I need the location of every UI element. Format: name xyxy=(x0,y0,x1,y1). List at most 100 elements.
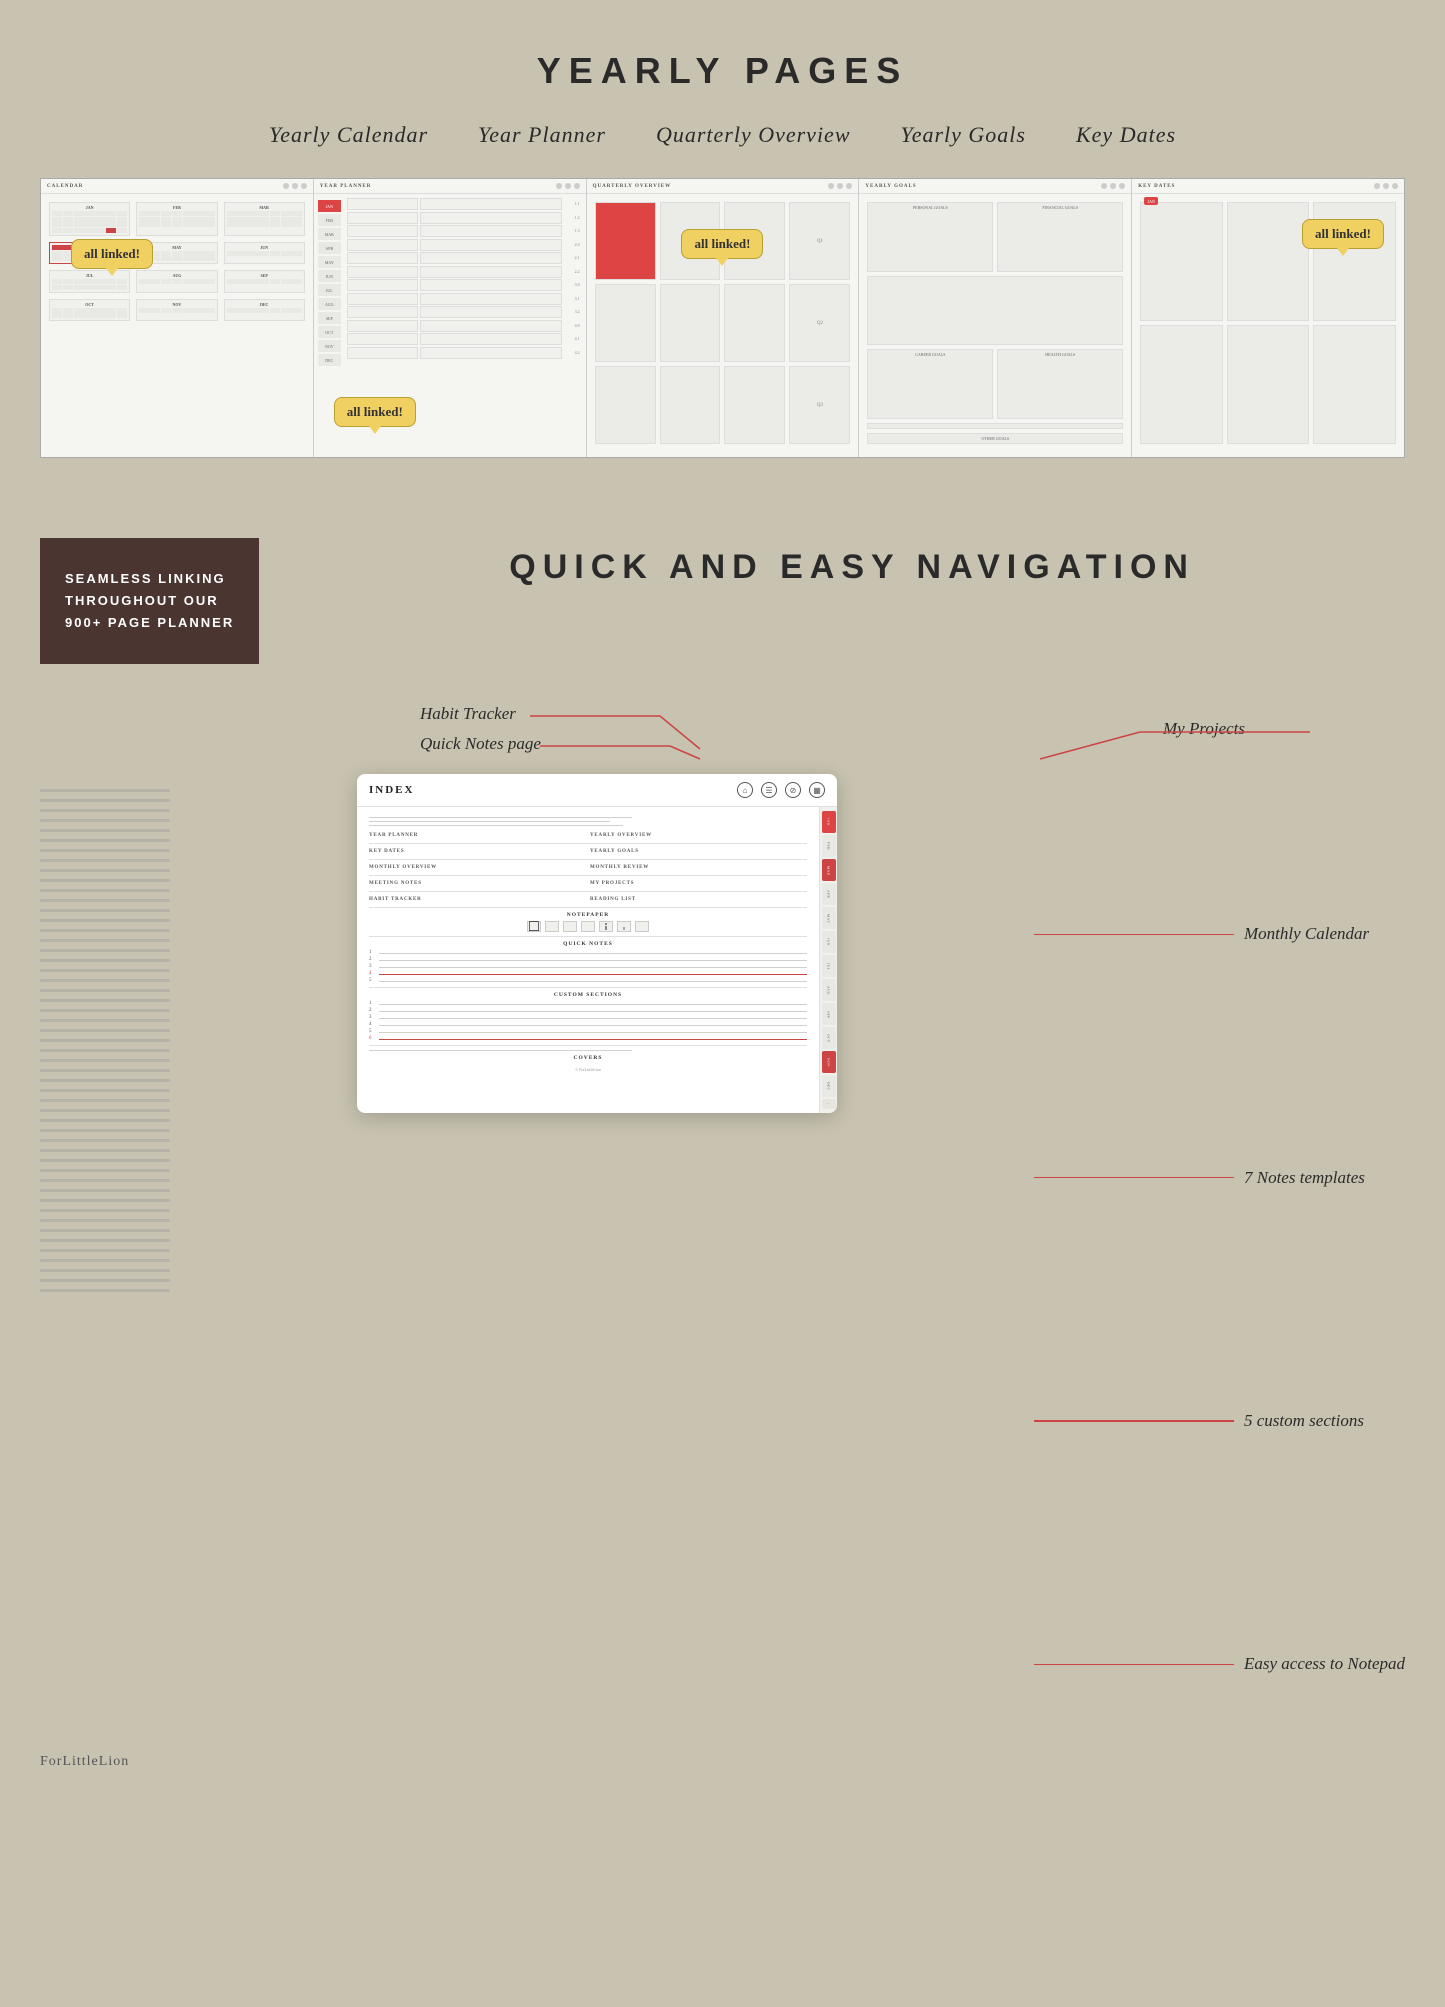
panel-header-title-planner: YEAR PLANNER xyxy=(320,184,372,189)
panel-icon xyxy=(1392,183,1398,189)
notepaper-icon-6[interactable] xyxy=(617,921,631,932)
device-title: INDEX xyxy=(369,784,414,796)
sidebar-tab-apr[interactable]: APR xyxy=(822,883,836,905)
nav-item-meeting-notes: MEETING NOTES xyxy=(369,880,586,887)
subtitle-year-planner: Year Planner xyxy=(478,122,606,148)
notepaper-icon-3[interactable] xyxy=(563,921,577,932)
panel-quarterly-overview: QUARTERLY OVERVIEW Q1 Q2 Q3 xyxy=(587,179,860,457)
monthly-calendar-annotation: Monthly Calendar xyxy=(1034,924,1405,944)
index-nav-grid-4: MEETING NOTES MY PROJECTS xyxy=(369,880,807,887)
nav-item-yearly-goals: YEARLY GOALS xyxy=(590,848,807,855)
tooltip-all-linked-keydates: all linked! xyxy=(1302,219,1384,249)
nav-item-my-projects: MY PROJECTS xyxy=(590,880,807,887)
index-main-row: INDEX ⌂ ☰ ⊘ ▦ xyxy=(40,774,1405,1674)
sidebar-tab-nov[interactable]: NOV xyxy=(822,1051,836,1073)
nav-item-key-dates: KEY DATES xyxy=(369,848,586,855)
index-nav-grid-2: KEY DATES YEARLY GOALS xyxy=(369,848,807,855)
yearly-pages-title: YEARLY PAGES xyxy=(40,50,1405,92)
panel-icon xyxy=(1110,183,1116,189)
sidebar-tab-feb[interactable]: FEB xyxy=(822,835,836,857)
panel-header-title-goals: YEARLY GOALS xyxy=(865,184,916,189)
panel-icon xyxy=(828,183,834,189)
nav-item-habit-tracker: HABIT TRACKER xyxy=(369,896,586,903)
subtitle-yearly-goals: Yearly Goals xyxy=(901,122,1026,148)
monthly-calendar-label: Monthly Calendar xyxy=(1244,924,1369,944)
notes-templates-annotation: 7 Notes templates xyxy=(1034,1168,1405,1188)
yearly-pages-section: YEARLY PAGES Yearly Calendar Year Planne… xyxy=(0,0,1445,488)
device-body: YEAR PLANNER YEARLY OVERVIEW KEY DATES Y… xyxy=(357,807,837,1113)
device-sidebar: JAN FEB MAR APR MAY JUN JUL AUG SEP OCT … xyxy=(819,807,837,1113)
habit-tracker-label: Habit Tracker xyxy=(420,704,516,724)
index-device: INDEX ⌂ ☰ ⊘ ▦ xyxy=(357,774,837,1113)
custom-sections-title: CUSTOM SECTIONS xyxy=(369,992,807,998)
nav-item-yearly-overview: YEARLY OVERVIEW xyxy=(590,832,807,839)
notepaper-icon-2[interactable] xyxy=(545,921,559,932)
subtitle-yearly-calendar: Yearly Calendar xyxy=(269,122,428,148)
sidebar-tab-jul[interactable]: JUL xyxy=(822,955,836,977)
easy-access-annotation: Easy access to Notepad xyxy=(1034,1654,1405,1674)
yearly-pages-subtitle: Yearly Calendar Year Planner Quarterly O… xyxy=(40,122,1405,148)
notepaper-icon-4[interactable] xyxy=(581,921,595,932)
notepaper-icon-7[interactable] xyxy=(635,921,649,932)
index-nav-grid: YEAR PLANNER YEARLY OVERVIEW xyxy=(369,832,807,839)
sidebar-tab-jun[interactable]: JUN xyxy=(822,931,836,953)
grid-icon[interactable]: ▦ xyxy=(809,782,825,798)
quick-notes-label: Quick Notes page xyxy=(420,734,541,754)
notepaper-icon-1[interactable]: □ xyxy=(527,921,541,932)
home-icon[interactable]: ⌂ xyxy=(737,782,753,798)
sidebar-tab-jan[interactable]: JAN xyxy=(822,811,836,833)
panel-header-title-keydates: KEY DATES xyxy=(1138,184,1175,189)
panel-icon xyxy=(565,183,571,189)
page-footer: ForLittleLion xyxy=(0,1734,1445,1790)
subtitle-quarterly-overview: Quarterly Overview xyxy=(656,122,851,148)
panel-header-title-quarterly: QUARTERLY OVERVIEW xyxy=(593,184,672,189)
linking-box-text: SEAMLESS LINKING THROUGHOUT OUR 900+ PAG… xyxy=(65,568,234,634)
tooltip-all-linked-quarterly: all linked! xyxy=(681,229,763,259)
preview-strip: CALENDAR // Will render inline JAN xyxy=(40,178,1405,458)
sidebar-tab-mar[interactable]: MAR xyxy=(822,859,836,881)
quick-notes-title: QUICK NOTES xyxy=(369,941,807,947)
panel-yearly-calendar: CALENDAR // Will render inline JAN xyxy=(41,179,314,457)
panel-header-title-calendar: CALENDAR xyxy=(47,184,83,189)
device-icons: ⌂ ☰ ⊘ ▦ xyxy=(737,782,825,798)
nav-main-title: QUICK AND EASY NAVIGATION xyxy=(299,548,1405,587)
index-nav-grid-5: HABIT TRACKER READING LIST xyxy=(369,896,807,903)
nav-item-year-planner: YEAR PLANNER xyxy=(369,832,586,839)
device-header: INDEX ⌂ ☰ ⊘ ▦ xyxy=(357,774,837,807)
right-annotations: Monthly Calendar 7 Notes templates 5 cus… xyxy=(1034,774,1405,1674)
my-projects-label: My Projects xyxy=(1163,719,1245,739)
footer-brand: ForLittleLion xyxy=(40,1754,129,1770)
nav-item-monthly-overview: MONTHLY OVERVIEW xyxy=(369,864,586,871)
panel-icon xyxy=(837,183,843,189)
settings-icon[interactable]: ⊘ xyxy=(785,782,801,798)
index-section: Habit Tracker Quick Notes page My Projec… xyxy=(0,694,1445,1734)
left-stubs xyxy=(40,789,170,1292)
nav-item-monthly-review: MONTHLY REVIEW xyxy=(590,864,807,871)
covers-title: COVERS xyxy=(369,1055,807,1061)
easy-access-label: Easy access to Notepad xyxy=(1244,1654,1405,1674)
custom-sections-list: 1 2 3 4 5 6 xyxy=(369,1001,807,1041)
panel-icon xyxy=(1383,183,1389,189)
panel-year-planner: YEAR PLANNER JAN FEB MAR APR MAY JUN JUL xyxy=(314,179,587,457)
notepaper-icon-5[interactable] xyxy=(599,921,613,932)
tooltip-all-linked-planner: all linked! xyxy=(334,397,416,427)
sidebar-tab-sep[interactable]: SEP xyxy=(822,1003,836,1025)
notepaper-icons: □ xyxy=(369,921,807,932)
nav-section: SEAMLESS LINKING THROUGHOUT OUR 900+ PAG… xyxy=(0,488,1445,694)
quick-notes-list: 1 2 3 4 5 xyxy=(369,950,807,983)
sidebar-tab-dec[interactable]: DEC xyxy=(822,1075,836,1097)
panel-icon xyxy=(292,183,298,189)
panel-key-dates: KEY DATES JAN all linked! xyxy=(1132,179,1404,457)
sidebar-tab-aug[interactable]: AUG xyxy=(822,979,836,1001)
document-icon[interactable]: ☰ xyxy=(761,782,777,798)
device-content: YEAR PLANNER YEARLY OVERVIEW KEY DATES Y… xyxy=(357,807,819,1113)
custom-sections-annotation: 5 custom sections xyxy=(1034,1411,1405,1431)
panel-icon xyxy=(283,183,289,189)
panel-icon xyxy=(846,183,852,189)
notepaper-title: NOTEPAPER xyxy=(369,912,807,918)
subtitle-key-dates: Key Dates xyxy=(1076,122,1176,148)
nav-title-area: QUICK AND EASY NAVIGATION xyxy=(299,538,1405,587)
sidebar-tab-may[interactable]: MAY xyxy=(822,907,836,929)
nav-item-reading-list: READING LIST xyxy=(590,896,807,903)
sidebar-tab-oct[interactable]: OCT xyxy=(822,1027,836,1049)
